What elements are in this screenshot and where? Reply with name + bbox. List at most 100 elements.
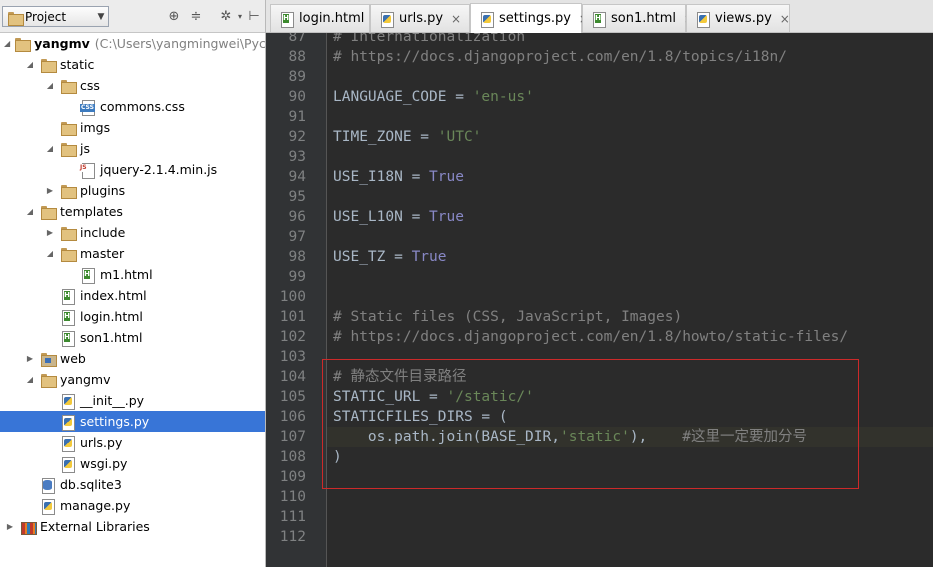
html-file-icon: H <box>279 11 294 28</box>
tree-item[interactable]: ◢ css <box>0 75 265 96</box>
line-number: 110 <box>279 489 306 505</box>
tree-item[interactable]: ◢ master <box>0 243 265 264</box>
tree-item[interactable]: imgs <box>0 117 265 138</box>
tree-item[interactable]: ▶ plugins <box>0 180 265 201</box>
tree-item-label: static <box>60 57 95 72</box>
collapse-arrow-icon[interactable]: ▶ <box>44 185 56 197</box>
tree-item[interactable]: ◢ static <box>0 54 265 75</box>
tab-login-html[interactable]: Hlogin.html× <box>270 4 382 32</box>
code-line[interactable]: STATICFILES_DIRS = ( <box>333 407 508 427</box>
folder-icon <box>40 205 57 220</box>
code-token-comment: # https://docs.djangoproject.com/en/1.8/… <box>333 329 849 345</box>
expand-arrow-icon[interactable]: ◢ <box>44 248 56 260</box>
code-line[interactable]: os.path.join(BASE_DIR,'static'), #这里一定要加… <box>327 427 933 447</box>
project-toolbar: Project ▼ ⊕ ≑ ✲ ▾ ⊢ <box>0 0 265 33</box>
scroll-from-source-icon[interactable]: ⊕ <box>166 8 182 24</box>
code-token-comment: #这里一定要加分号 <box>682 429 807 445</box>
js-file-icon: JS <box>80 162 96 179</box>
code-token-plain: USE_TZ = <box>333 249 412 265</box>
tree-item[interactable]: ▶ web <box>0 348 265 369</box>
project-view-label: Project <box>25 9 67 24</box>
tree-item-label: jquery-2.1.4.min.js <box>100 162 218 177</box>
line-number: 100 <box>279 289 306 305</box>
tree-item[interactable]: ◢ templates <box>0 201 265 222</box>
expand-arrow-icon[interactable]: ◢ <box>44 80 56 92</box>
expand-arrow-icon[interactable]: ◢ <box>4 38 10 50</box>
tree-item-label: templates <box>60 204 123 219</box>
collapse-arrow-icon[interactable]: ▶ <box>24 353 36 365</box>
code-line[interactable]: # Static files (CSS, JavaScript, Images) <box>333 307 682 327</box>
tree-item[interactable]: wsgi.py <box>0 453 265 474</box>
tree-item[interactable]: db.sqlite3 <box>0 474 265 495</box>
expand-arrow-icon[interactable]: ◢ <box>24 374 36 386</box>
folder-icon <box>40 58 57 73</box>
expand-arrow-icon[interactable]: ◢ <box>24 206 36 218</box>
code-line[interactable]: USE_TZ = True <box>333 247 447 267</box>
tree-item[interactable]: ◢ yangmv (C:\Users\yangmingwei\Pycha <box>0 33 265 54</box>
code-token-comment: # https://docs.djangoproject.com/en/1.8/… <box>333 49 787 65</box>
project-view-selector[interactable]: Project ▼ <box>2 6 109 27</box>
tab-views-py[interactable]: views.py × <box>686 4 790 32</box>
tree-item[interactable]: Hlogin.html <box>0 306 265 327</box>
tab-urls-py[interactable]: urls.py × <box>370 4 470 32</box>
tree-item[interactable]: Hindex.html <box>0 285 265 306</box>
line-number-gutter: 87 88 89 90 91 92 93 94 95 96 97 98 99 100 101 102 103 10… <box>266 33 327 567</box>
tab-label: settings.py <box>499 11 571 26</box>
code-token-comment: # Internationalization <box>333 33 526 45</box>
tree-item[interactable]: ◢ yangmv <box>0 369 265 390</box>
code-line[interactable]: # https://docs.djangoproject.com/en/1.8/… <box>333 327 848 347</box>
tree-item[interactable]: ▶ External Libraries <box>0 516 265 537</box>
close-icon[interactable]: × <box>780 12 790 26</box>
code-line[interactable]: USE_I18N = True <box>333 167 464 187</box>
tree-item[interactable]: Hson1.html <box>0 327 265 348</box>
collapse-all-icon[interactable]: ≑ <box>188 8 204 24</box>
tree-item[interactable]: ◢ js <box>0 138 265 159</box>
tree-item[interactable]: ▶ include <box>0 222 265 243</box>
hide-panel-icon[interactable]: ⊢ <box>246 8 262 24</box>
collapse-arrow-icon[interactable]: ▶ <box>44 227 56 239</box>
tree-item[interactable]: urls.py <box>0 432 265 453</box>
code-token-plain: LANGUAGE_CODE = <box>333 89 473 105</box>
html-file-icon: H <box>60 330 76 347</box>
tree-item[interactable]: Hm1.html <box>0 264 265 285</box>
code-line[interactable]: # Internationalization <box>333 33 525 47</box>
code-line[interactable]: USE_L10N = True <box>333 207 464 227</box>
python-file-icon <box>60 414 76 431</box>
close-icon[interactable]: × <box>451 12 461 26</box>
tree-item[interactable]: JS jquery-2.1.4.min.js <box>0 159 265 180</box>
html-file-icon: H <box>60 288 76 305</box>
folder-icon <box>60 184 77 199</box>
line-number: 106 <box>279 409 306 425</box>
python-file-icon <box>479 11 494 28</box>
line-number: 88 <box>288 49 306 65</box>
line-number: 104 <box>279 369 306 385</box>
tree-item[interactable]: settings.py <box>0 411 265 432</box>
code-line[interactable]: # 静态文件目录路径 <box>333 367 466 387</box>
code-line[interactable]: ) <box>333 447 342 467</box>
code-token-plain: STATICFILES_DIRS = ( <box>333 409 508 425</box>
html-file-icon: H <box>60 309 76 326</box>
code-line[interactable]: TIME_ZONE = 'UTC' <box>333 127 481 147</box>
expand-arrow-icon[interactable]: ◢ <box>24 59 36 71</box>
tree-item[interactable]: CSS commons.css <box>0 96 265 117</box>
tab-settings-py[interactable]: settings.py× <box>470 3 589 33</box>
code-line[interactable]: # https://docs.djangoproject.com/en/1.8/… <box>333 47 787 67</box>
folder-icon <box>14 37 32 52</box>
code-editor[interactable]: 87 88 89 90 91 92 93 94 95 96 97 98 99 100 101 102 103 10… <box>266 33 933 567</box>
collapse-arrow-icon[interactable]: ▶ <box>4 521 16 533</box>
tree-item-label: wsgi.py <box>80 456 128 471</box>
line-number: 105 <box>279 389 306 405</box>
code-token-kw: True <box>411 249 447 265</box>
expand-arrow-icon[interactable]: ◢ <box>44 143 56 155</box>
tab-son1-html[interactable]: Hson1.html× <box>582 4 694 32</box>
tree-item[interactable]: manage.py <box>0 495 265 516</box>
tree-item[interactable]: __init__.py <box>0 390 265 411</box>
project-tool-window: Project ▼ ⊕ ≑ ✲ ▾ ⊢ ◢ yangmv (C:\Users\yan… <box>0 0 266 567</box>
code-line[interactable]: STATIC_URL = '/static/' <box>333 387 534 407</box>
code-line[interactable]: LANGUAGE_CODE = 'en-us' <box>333 87 534 107</box>
